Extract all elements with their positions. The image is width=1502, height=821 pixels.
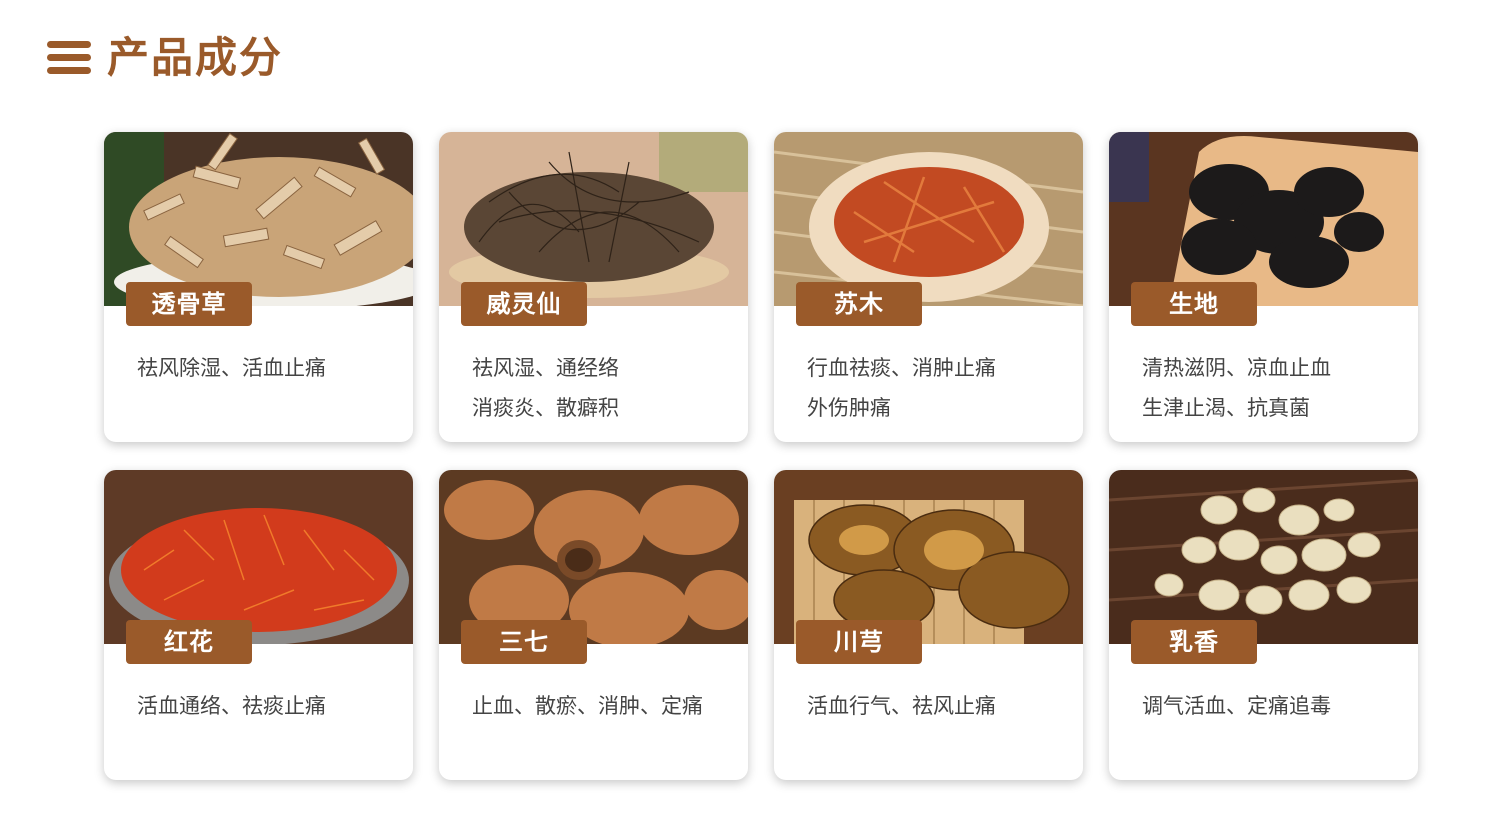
description-line: 活血通络、祛痰止痛 xyxy=(137,694,326,718)
ingredient-card[interactable]: 威灵仙 祛风湿、通经络 消痰炎、散癖积 xyxy=(439,132,748,442)
herb-photo xyxy=(104,470,413,644)
ingredient-name: 川芎 xyxy=(796,620,922,664)
description-line: 消痰炎、散癖积 xyxy=(472,396,619,420)
description-line: 活血行气、祛风止痛 xyxy=(807,694,996,718)
ingredient-name: 透骨草 xyxy=(126,282,252,326)
description-line: 清热滋阴、凉血止血 xyxy=(1142,356,1331,380)
description-line: 调气活血、定痛追毒 xyxy=(1142,694,1331,718)
herb-photo xyxy=(439,470,748,644)
ingredient-description: 调气活血、定痛追毒 xyxy=(1142,686,1406,726)
ingredient-name: 三七 xyxy=(461,620,587,664)
ingredient-name: 乳香 xyxy=(1131,620,1257,664)
herb-photo xyxy=(1109,132,1418,306)
ingredient-description: 祛风湿、通经络 消痰炎、散癖积 xyxy=(472,348,736,428)
description-line: 祛风除湿、活血止痛 xyxy=(137,356,326,380)
page-title: 产品成分 xyxy=(107,33,284,82)
ingredient-description: 祛风除湿、活血止痛 xyxy=(137,348,401,388)
ingredient-grid: 透骨草 祛风除湿、活血止痛 威灵仙 祛风湿、通经络 消痰炎、散癖积 苏木 行血祛… xyxy=(104,132,1420,782)
ingredient-card[interactable]: 三七 止血、散瘀、消肿、定痛 xyxy=(439,470,748,780)
description-line: 生津止渴、抗真菌 xyxy=(1142,396,1310,420)
ingredient-name: 威灵仙 xyxy=(461,282,587,326)
ingredient-description: 活血行气、祛风止痛 xyxy=(807,686,1071,726)
page: 产品成分 透骨草 祛风除湿、活血止痛 威灵仙 祛风湿、通经络 消痰炎、散癖积 苏… xyxy=(0,0,1502,821)
description-line: 行血祛痰、消肿止痛 xyxy=(807,356,996,380)
ingredient-name: 苏木 xyxy=(796,282,922,326)
herb-photo xyxy=(104,132,413,306)
header: 产品成分 xyxy=(47,30,283,86)
ingredient-description: 清热滋阴、凉血止血 生津止渴、抗真菌 xyxy=(1142,348,1406,428)
ingredient-card[interactable]: 乳香 调气活血、定痛追毒 xyxy=(1109,470,1418,780)
ingredient-card[interactable]: 川芎 活血行气、祛风止痛 xyxy=(774,470,1083,780)
ingredient-card[interactable]: 红花 活血通络、祛痰止痛 xyxy=(104,470,413,780)
herb-photo xyxy=(774,132,1083,306)
ingredient-name: 生地 xyxy=(1131,282,1257,326)
menu-icon[interactable] xyxy=(47,41,91,75)
ingredient-card[interactable]: 透骨草 祛风除湿、活血止痛 xyxy=(104,132,413,442)
ingredient-card[interactable]: 苏木 行血祛痰、消肿止痛 外伤肿痛 xyxy=(774,132,1083,442)
ingredient-description: 止血、散瘀、消肿、定痛 xyxy=(472,686,736,726)
herb-photo xyxy=(774,470,1083,644)
ingredient-name: 红花 xyxy=(126,620,252,664)
ingredient-description: 活血通络、祛痰止痛 xyxy=(137,686,401,726)
description-line: 止血、散瘀、消肿、定痛 xyxy=(472,694,703,718)
herb-photo xyxy=(439,132,748,306)
description-line: 祛风湿、通经络 xyxy=(472,356,619,380)
herb-photo xyxy=(1109,470,1418,644)
ingredient-description: 行血祛痰、消肿止痛 外伤肿痛 xyxy=(807,348,1071,428)
ingredient-card[interactable]: 生地 清热滋阴、凉血止血 生津止渴、抗真菌 xyxy=(1109,132,1418,442)
description-line: 外伤肿痛 xyxy=(807,396,891,420)
